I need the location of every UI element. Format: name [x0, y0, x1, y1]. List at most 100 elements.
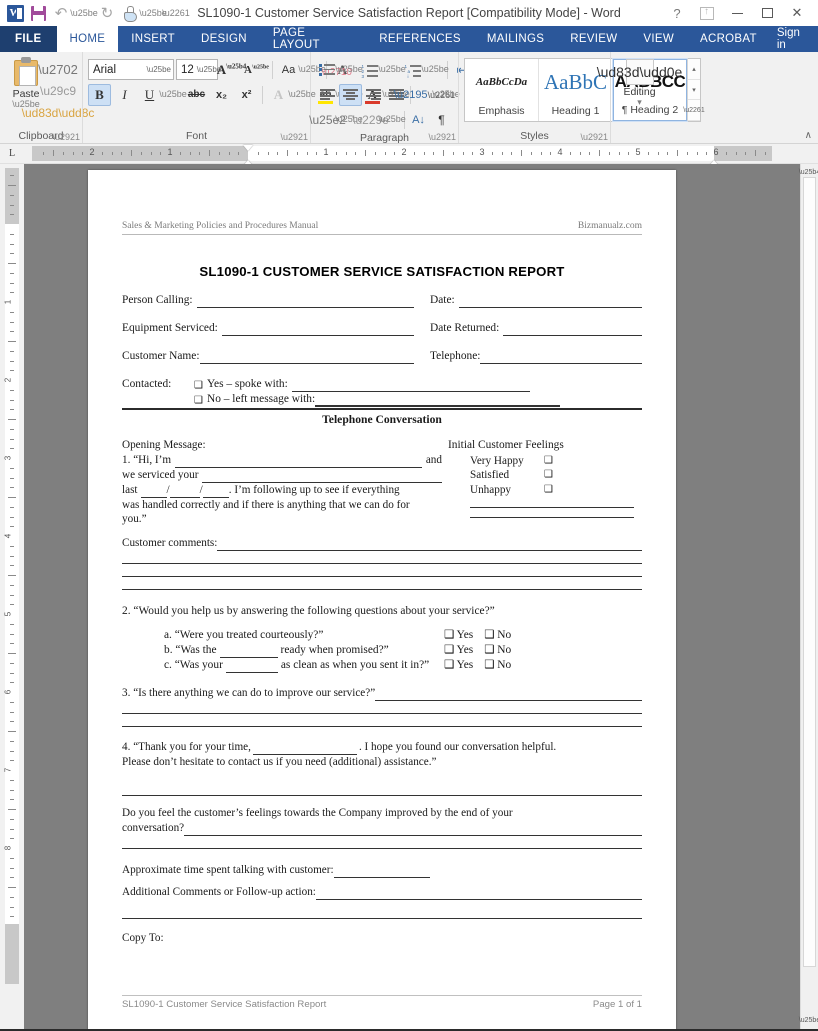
editing-dropdown-icon[interactable]: ▾	[637, 98, 642, 107]
ribbon-display-options-icon[interactable]	[692, 1, 722, 25]
blank-additional-comments[interactable]	[315, 888, 642, 900]
styles-scroll-up-icon[interactable]: ▴	[688, 59, 700, 80]
numbering-dropdown-icon[interactable]: \u25be	[378, 59, 406, 81]
paragraph-dialog-launcher[interactable]: \u2921	[428, 132, 456, 142]
blank-contacted-no[interactable]	[315, 395, 561, 408]
style-emphasis[interactable]: AaBbCcDa Emphasis	[465, 59, 539, 121]
styles-more-icon[interactable]: \u2261	[683, 100, 705, 122]
text-effects-dropdown-icon[interactable]: \u25be	[288, 84, 316, 106]
scrollbar-thumb[interactable]	[803, 177, 816, 967]
document-canvas[interactable]: Sales & Marketing Policies and Procedure…	[24, 164, 800, 1029]
tab-acrobat[interactable]: ACROBAT	[687, 26, 770, 52]
styles-dialog-launcher[interactable]: \u2921	[580, 132, 608, 142]
tab-review[interactable]: REVIEW	[557, 26, 630, 52]
blank-feelings-improved-2[interactable]	[122, 836, 642, 850]
subscript-button[interactable]: x₂	[210, 84, 233, 106]
redo-icon[interactable]: ↻	[96, 2, 118, 24]
blank-approximate-time[interactable]	[333, 866, 430, 878]
blank-customer-name[interactable]	[199, 352, 414, 365]
blank-date-returned[interactable]	[503, 324, 642, 337]
editing-button[interactable]: \ud83d\udd0e Editing ▾	[597, 54, 682, 107]
blank-date-day[interactable]	[169, 486, 200, 498]
subquestion-c-no[interactable]: ❑ No	[484, 658, 511, 673]
sort-icon[interactable]: A↓	[407, 109, 430, 131]
document-page[interactable]: Sales & Marketing Policies and Procedure…	[88, 170, 676, 1029]
underline-button[interactable]: U	[138, 84, 161, 106]
blank-feelings-2[interactable]	[470, 516, 634, 518]
font-name-combo[interactable]: Arial \u25be	[88, 59, 174, 80]
blank-date[interactable]	[458, 296, 642, 308]
blank-customer-comments-1[interactable]	[217, 539, 642, 551]
tab-references[interactable]: REFERENCES	[366, 26, 474, 52]
word-logo-icon[interactable]: W	[4, 2, 26, 24]
checkbox-satisfied[interactable]: ❑	[544, 468, 553, 483]
tab-mailings[interactable]: MAILINGS	[474, 26, 557, 52]
touch-mode-dropdown-icon[interactable]: \u25be	[139, 2, 167, 24]
underline-dropdown-icon[interactable]: \u25be	[159, 84, 187, 106]
line-spacing-dropdown-icon[interactable]: \u25be	[432, 84, 460, 106]
blank-date-year[interactable]	[202, 486, 229, 498]
styles-gallery-scroll[interactable]: ▴ ▾ \u2261	[683, 59, 705, 122]
blank-question-3-2[interactable]	[122, 701, 642, 714]
styles-scroll-down-icon[interactable]: ▾	[688, 79, 700, 101]
tab-design[interactable]: DESIGN	[188, 26, 260, 52]
sign-in-link[interactable]: Sign in	[770, 26, 818, 52]
tab-file[interactable]: FILE	[0, 26, 57, 52]
text-effects-icon[interactable]: A	[267, 84, 290, 106]
bold-button[interactable]: B	[88, 83, 111, 106]
scroll-down-arrow-icon[interactable]: \u25be	[799, 1012, 818, 1029]
clipboard-dialog-launcher[interactable]: \u2921	[52, 132, 80, 142]
blank-feelings-improved-1[interactable]	[184, 824, 642, 837]
subquestion-b-yes[interactable]: ❑ Yes	[444, 643, 473, 658]
font-dialog-launcher[interactable]: \u2921	[280, 132, 308, 142]
checkbox-contacted-yes[interactable]: ❑	[194, 379, 203, 392]
blank-telephone[interactable]	[480, 352, 642, 365]
blank-question-4-name[interactable]	[252, 743, 357, 755]
blank-subquestion-c[interactable]	[225, 662, 278, 674]
blank-person-calling[interactable]	[196, 296, 414, 308]
blank-customer-comments-3[interactable]	[122, 564, 642, 577]
blank-feelings-1[interactable]	[470, 506, 634, 508]
bullets-dropdown-icon[interactable]: \u25be	[335, 59, 363, 81]
superscript-button[interactable]: x²	[235, 84, 258, 106]
tab-stop-selector[interactable]: L	[0, 144, 24, 164]
grow-font-icon[interactable]: A\u25b4	[217, 59, 247, 81]
tab-view[interactable]: VIEW	[630, 26, 687, 52]
copy-icon[interactable]: \u29c9	[40, 81, 76, 101]
checkbox-very-happy[interactable]: ❑	[544, 454, 553, 469]
close-button[interactable]: ✕	[782, 1, 812, 25]
blank-customer-comments-4[interactable]	[122, 577, 642, 590]
collapse-ribbon-icon[interactable]: ∧	[805, 130, 812, 141]
tab-home[interactable]: HOME	[56, 26, 119, 52]
save-icon[interactable]	[27, 2, 49, 24]
blank-question-3-3[interactable]	[122, 714, 642, 727]
cut-icon[interactable]: \u2702	[38, 59, 78, 79]
blank-subquestion-b[interactable]	[219, 647, 278, 659]
first-line-indent-marker[interactable]	[243, 144, 253, 151]
align-right-icon[interactable]	[362, 84, 385, 106]
change-case-icon[interactable]: Aa	[277, 59, 300, 81]
font-size-combo[interactable]: 12 \u25be	[176, 59, 221, 80]
blank-opening-equipment[interactable]	[202, 471, 442, 483]
checkbox-contacted-no[interactable]: ❑	[194, 394, 203, 407]
borders-dropdown-icon[interactable]: \u25be	[378, 109, 406, 131]
tab-page-layout[interactable]: PAGE LAYOUT	[260, 26, 366, 52]
multilevel-dropdown-icon[interactable]: \u25be	[421, 59, 449, 81]
show-formatting-marks-icon[interactable]: ¶	[430, 109, 453, 131]
italic-button[interactable]: I	[113, 84, 136, 106]
align-center-icon[interactable]	[339, 83, 362, 106]
undo-dropdown-icon[interactable]: \u25be	[70, 2, 98, 24]
subquestion-b-no[interactable]: ❑ No	[484, 643, 511, 658]
undo-icon[interactable]: ↶	[50, 2, 72, 24]
blank-opening-name[interactable]	[175, 456, 422, 469]
maximize-button[interactable]	[752, 1, 782, 25]
horizontal-ruler[interactable]: 2 1 1 2 3 4 5 6	[32, 144, 772, 171]
subquestion-a-yes[interactable]: ❑ Yes	[444, 628, 473, 643]
tab-insert[interactable]: INSERT	[118, 26, 188, 52]
blank-question-3-1[interactable]	[375, 689, 642, 701]
format-painter-icon[interactable]: \ud83d\udd8c	[22, 103, 95, 123]
subquestion-a-no[interactable]: ❑ No	[484, 628, 511, 643]
blank-customer-comments-2[interactable]	[122, 551, 642, 564]
touch-mode-icon[interactable]	[119, 2, 141, 24]
strikethrough-button[interactable]: abc	[185, 84, 208, 106]
